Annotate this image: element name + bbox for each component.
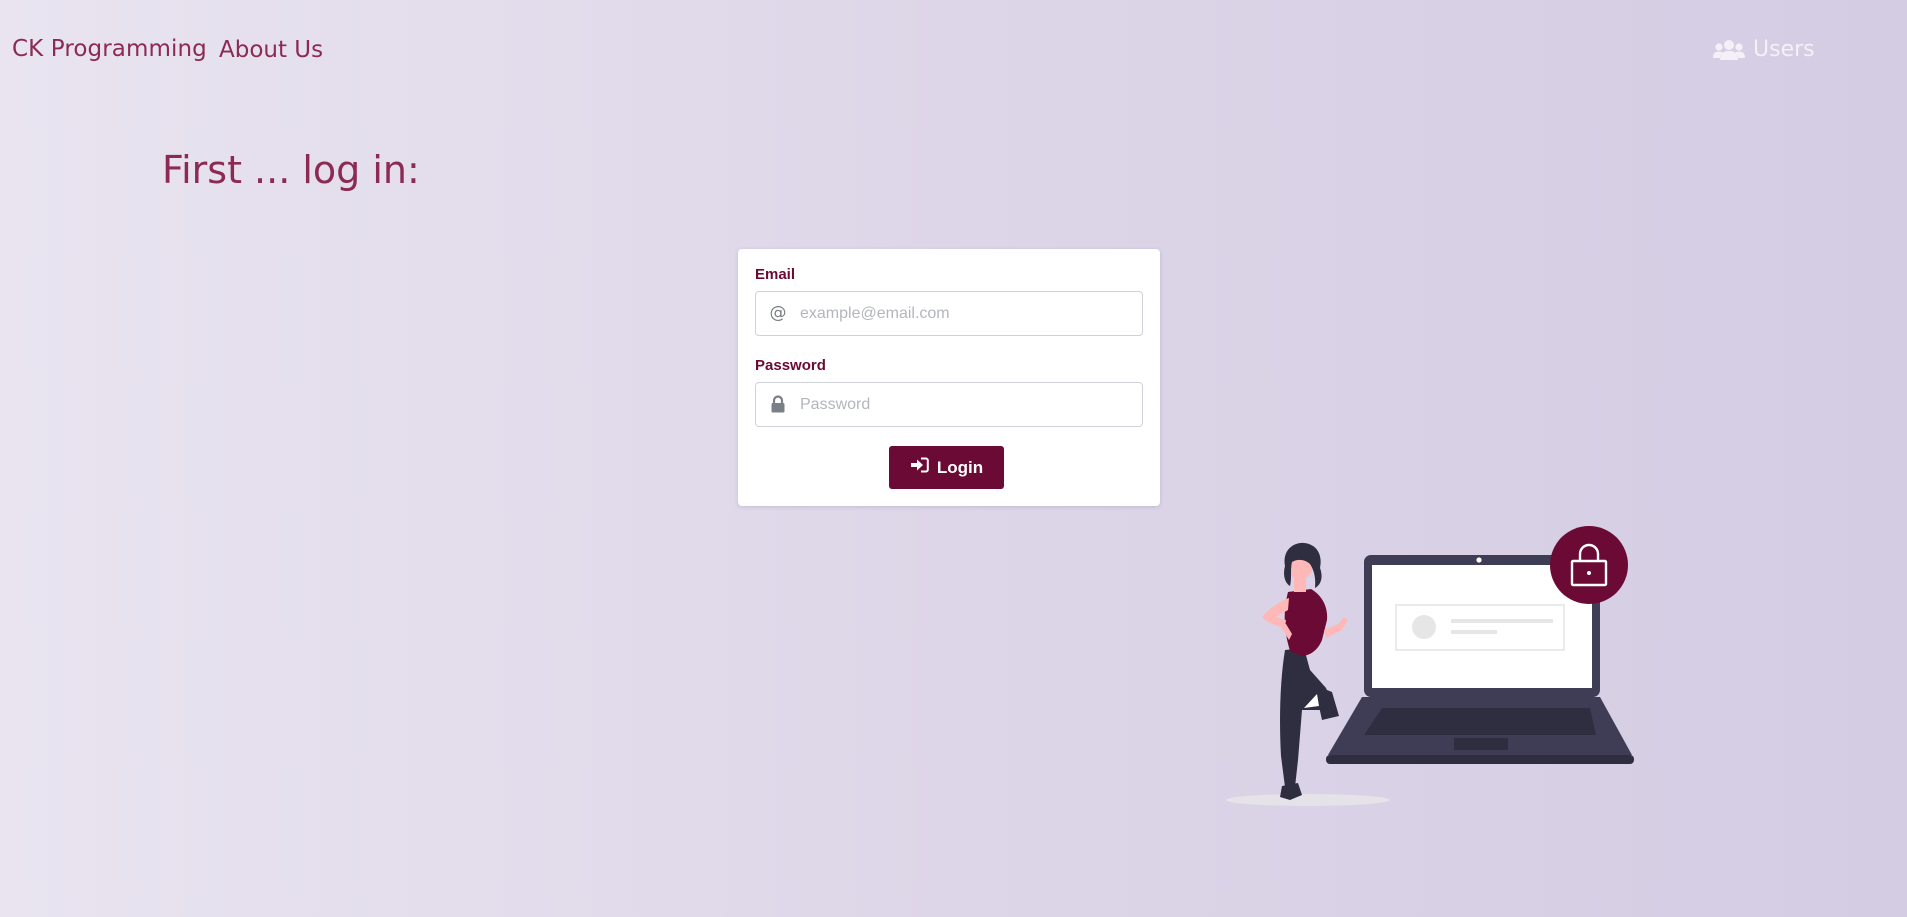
email-field-wrapper: @: [755, 291, 1143, 336]
nav-users[interactable]: Users: [1713, 37, 1815, 62]
login-button-label: Login: [936, 457, 984, 477]
at-sign-icon: @: [769, 303, 787, 323]
nav-users-label: Users: [1753, 37, 1815, 62]
login-card: Email @ Password Login: [738, 249, 1160, 506]
login-button[interactable]: Login: [889, 446, 1004, 489]
brand-link[interactable]: CK Programming: [12, 36, 207, 62]
users-icon: [1713, 39, 1745, 61]
page-title: First ... log in:: [162, 148, 420, 192]
email-label: Email: [755, 266, 796, 283]
lock-icon: [769, 395, 787, 413]
email-input[interactable]: [800, 292, 1130, 335]
nav-about-us[interactable]: About Us: [219, 37, 323, 63]
secure-login-illustration: [1222, 520, 1642, 814]
sign-in-icon: [910, 457, 929, 478]
password-input[interactable]: [800, 383, 1130, 426]
top-navbar: CK Programming About Us Users: [0, 0, 1907, 100]
password-label: Password: [755, 357, 826, 374]
password-field-wrapper: [755, 382, 1143, 427]
